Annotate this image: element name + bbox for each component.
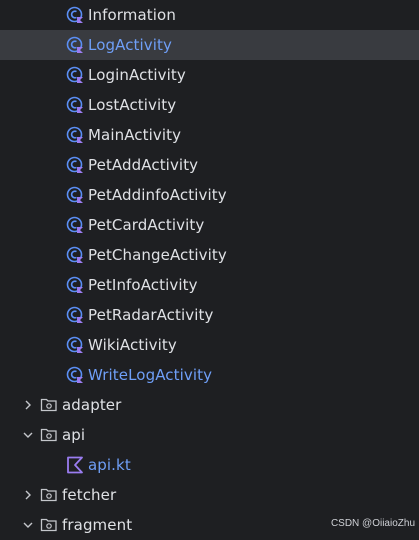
tree-item-petaddactivity[interactable]: PetAddActivity	[0, 150, 419, 180]
chevron-right-icon[interactable]	[16, 390, 40, 420]
kotlin-class-icon	[66, 186, 84, 204]
tree-item-label: Information	[88, 6, 176, 24]
chevron-down-icon[interactable]	[16, 510, 40, 540]
tree-item-mainactivity[interactable]: MainActivity	[0, 120, 419, 150]
kotlin-class-icon	[66, 6, 84, 24]
kotlin-class-icon	[66, 126, 84, 144]
tree-folder-label: fetcher	[62, 486, 117, 504]
kotlin-class-icon	[66, 216, 84, 234]
tree-item-petinfoactivity[interactable]: PetInfoActivity	[0, 270, 419, 300]
kotlin-class-icon	[66, 96, 84, 114]
tree-item-label: PetRadarActivity	[88, 306, 214, 324]
package-folder-icon	[40, 486, 58, 504]
tree-item-label: PetInfoActivity	[88, 276, 198, 294]
tree-item-api-kt[interactable]: api.kt	[0, 450, 419, 480]
kotlin-class-icon	[66, 66, 84, 84]
kotlin-class-icon	[66, 246, 84, 264]
tree-item-label: LoginActivity	[88, 66, 186, 84]
package-folder-icon	[40, 516, 58, 534]
tree-item-label: api.kt	[88, 456, 131, 474]
tree-item-loginactivity[interactable]: LoginActivity	[0, 60, 419, 90]
tree-item-label: WriteLogActivity	[88, 366, 213, 384]
kotlin-class-icon	[66, 306, 84, 324]
tree-item-petaddinfoactivity[interactable]: PetAddinfoActivity	[0, 180, 419, 210]
tree-item-petradaractivity[interactable]: PetRadarActivity	[0, 300, 419, 330]
csdn-watermark: CSDN @OiiaioZhu	[330, 518, 415, 529]
kotlin-file-icon	[66, 456, 84, 474]
tree-folder-fetcher[interactable]: fetcher	[0, 480, 419, 510]
tree-item-logactivity[interactable]: LogActivity	[0, 30, 419, 60]
tree-folder-label: fragment	[62, 516, 133, 534]
package-folder-icon	[40, 426, 58, 444]
tree-folder-label: api	[62, 426, 86, 444]
tree-item-label: MainActivity	[88, 126, 182, 144]
kotlin-class-icon	[66, 366, 84, 384]
tree-item-label: PetChangeActivity	[88, 246, 227, 264]
kotlin-class-icon	[66, 156, 84, 174]
tree-item-petchangeactivity[interactable]: PetChangeActivity	[0, 240, 419, 270]
kotlin-class-icon	[66, 36, 84, 54]
tree-item-writelogactivity[interactable]: WriteLogActivity	[0, 360, 419, 390]
tree-item-lostactivity[interactable]: LostActivity	[0, 90, 419, 120]
kotlin-class-icon	[66, 276, 84, 294]
tree-item-label: LogActivity	[88, 36, 172, 54]
tree-folder-api[interactable]: api	[0, 420, 419, 450]
tree-item-label: PetCardActivity	[88, 216, 205, 234]
tree-item-label: PetAddinfoActivity	[88, 186, 227, 204]
tree-folder-label: adapter	[62, 396, 122, 414]
tree-folder-adapter[interactable]: adapter	[0, 390, 419, 420]
project-tree: Information LogActivity LoginActivity Lo…	[0, 0, 419, 540]
package-folder-icon	[40, 396, 58, 414]
tree-item-petcardactivity[interactable]: PetCardActivity	[0, 210, 419, 240]
tree-item-label: LostActivity	[88, 96, 177, 114]
tree-item-label: WikiActivity	[88, 336, 177, 354]
tree-item-wikiactivity[interactable]: WikiActivity	[0, 330, 419, 360]
tree-item-label: PetAddActivity	[88, 156, 199, 174]
chevron-down-icon[interactable]	[16, 420, 40, 450]
kotlin-class-icon	[66, 336, 84, 354]
tree-item-information[interactable]: Information	[0, 0, 419, 30]
chevron-right-icon[interactable]	[16, 480, 40, 510]
